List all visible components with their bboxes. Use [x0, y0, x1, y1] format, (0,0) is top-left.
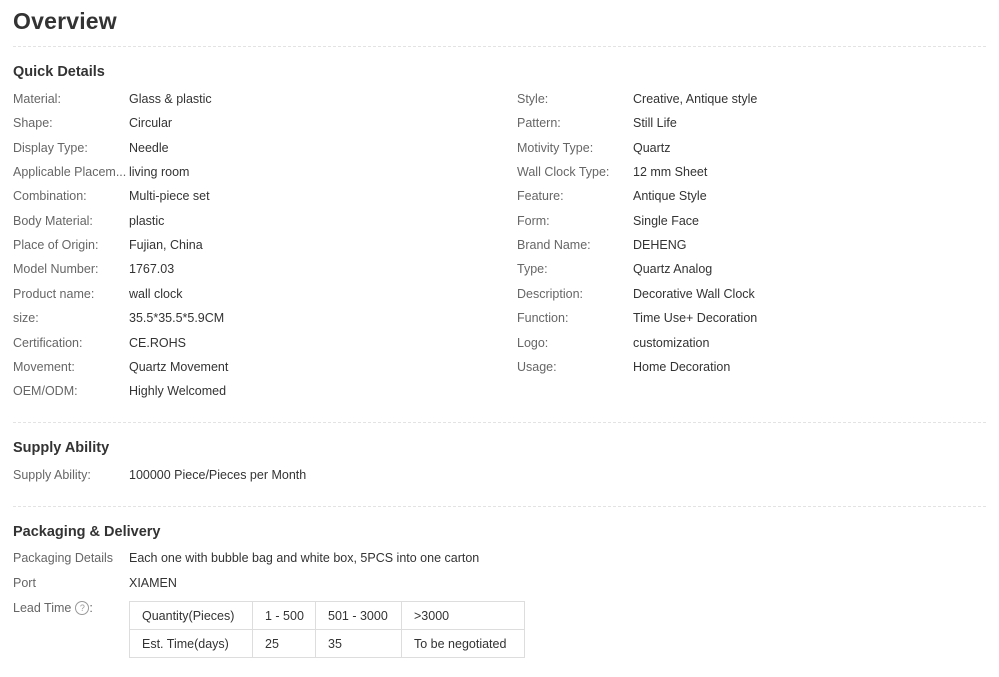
detail-value: 1767.03: [129, 262, 175, 276]
divider: [13, 506, 986, 507]
supply-ability-label: Supply Ability:: [13, 468, 91, 482]
detail-label: Style:: [517, 92, 549, 106]
detail-value: Antique Style: [633, 189, 707, 203]
supply-ability-value: 100000 Piece/Pieces per Month: [129, 468, 307, 482]
detail-value: Quartz Analog: [633, 262, 713, 276]
detail-label: Display Type:: [13, 141, 88, 155]
section-title-packaging-delivery: Packaging & Delivery: [13, 524, 161, 540]
detail-label: Shape:: [13, 116, 53, 130]
packaging-details-label: Packaging Details: [13, 551, 114, 565]
detail-value: CE.ROHS: [129, 336, 186, 350]
detail-value: Home Decoration: [633, 360, 731, 374]
detail-value: Decorative Wall Clock: [633, 287, 755, 301]
detail-value: Needle: [129, 141, 169, 155]
detail-label: Function:: [517, 311, 569, 325]
table-cell: 1 - 500: [252, 601, 316, 630]
detail-label: Body Material:: [13, 214, 93, 228]
detail-label: Certification:: [13, 336, 83, 350]
table-cell: Est. Time(days): [129, 629, 253, 658]
detail-value: Multi-piece set: [129, 189, 210, 203]
table-cell: Quantity(Pieces): [129, 601, 253, 630]
detail-value: Circular: [129, 116, 173, 130]
port-value: XIAMEN: [129, 576, 177, 590]
detail-value: Highly Welcomed: [129, 384, 227, 398]
detail-label: Combination:: [13, 189, 87, 203]
detail-label: Movement:: [13, 360, 75, 374]
table-row: Quantity(Pieces) 1 - 500 501 - 3000 >3000: [129, 601, 525, 630]
page-title: Overview: [13, 8, 117, 34]
detail-value: plastic: [129, 214, 165, 228]
table-cell: 25: [252, 629, 316, 658]
detail-value: Quartz: [633, 141, 671, 155]
detail-label: Motivity Type:: [517, 141, 594, 155]
lead-time-label-wrap: Lead Time?:: [13, 598, 128, 618]
detail-label: Model Number:: [13, 262, 99, 276]
detail-value: Quartz Movement: [129, 360, 229, 374]
detail-value: wall clock: [129, 287, 183, 301]
lead-time-colon: :: [89, 601, 93, 615]
detail-value: living room: [129, 165, 190, 179]
detail-value: DEHENG: [633, 238, 687, 252]
detail-label: Product name:: [13, 287, 95, 301]
divider: [13, 46, 986, 47]
table-cell: >3000: [401, 601, 525, 630]
table-cell: 35: [315, 629, 402, 658]
detail-label: Brand Name:: [517, 238, 591, 252]
question-circle-icon[interactable]: ?: [75, 601, 90, 615]
table-row: Est. Time(days) 25 35 To be negotiated: [129, 629, 525, 658]
detail-value: Glass & plastic: [129, 92, 212, 106]
port-label: Port: [13, 576, 36, 590]
detail-label: Material:: [13, 92, 61, 106]
divider: [13, 422, 986, 423]
detail-label: Place of Origin:: [13, 238, 99, 252]
detail-label: Form:: [517, 214, 550, 228]
detail-value: Fujian, China: [129, 238, 203, 252]
section-title-quick-details: Quick Details: [13, 64, 105, 80]
detail-label: Logo:: [517, 336, 549, 350]
detail-label: Usage:: [517, 360, 557, 374]
lead-time-table: Quantity(Pieces) 1 - 500 501 - 3000 >3000 Es…: [129, 601, 525, 658]
detail-value: 35.5*35.5*5.9CM: [129, 311, 225, 325]
section-title-supply-ability: Supply Ability: [13, 440, 110, 456]
detail-label: size:: [13, 311, 39, 325]
detail-label: Pattern:: [517, 116, 561, 130]
detail-label: OEM/ODM:: [13, 384, 78, 398]
detail-value: Creative, Antique style: [633, 92, 758, 106]
packaging-details-value: Each one with bubble bag and white box, …: [129, 551, 480, 565]
detail-label: Type:: [517, 262, 548, 276]
detail-value: customization: [633, 336, 710, 350]
table-cell: 501 - 3000: [315, 601, 402, 630]
lead-time-label: Lead Time: [13, 601, 72, 615]
detail-label: Wall Clock Type:: [517, 165, 610, 179]
detail-label: Description:: [517, 287, 583, 301]
detail-label: Applicable Placem...: [13, 165, 127, 179]
detail-value: Still Life: [633, 116, 677, 130]
detail-value: Time Use+ Decoration: [633, 311, 758, 325]
detail-value: 12 mm Sheet: [633, 165, 708, 179]
detail-label: Feature:: [517, 189, 564, 203]
detail-value: Single Face: [633, 214, 700, 228]
table-cell: To be negotiated: [401, 629, 525, 658]
